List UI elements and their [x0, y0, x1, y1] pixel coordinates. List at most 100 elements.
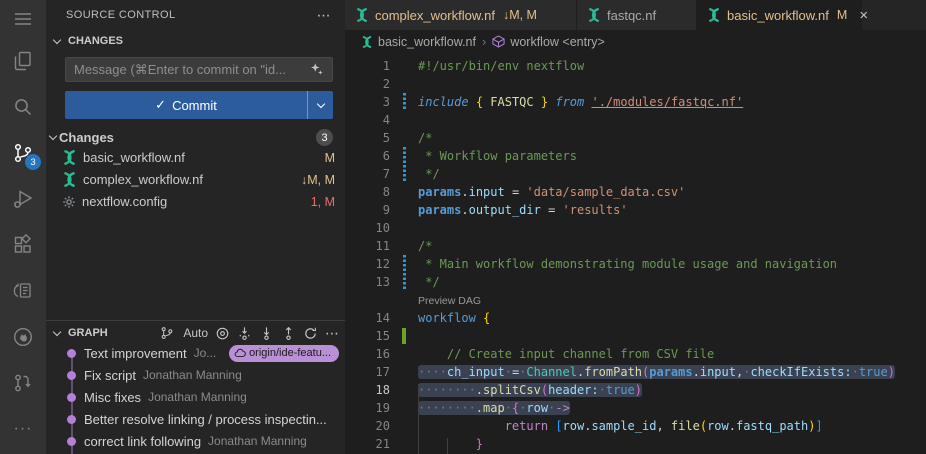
breadcrumb-file[interactable]: basic_workflow.nf — [378, 35, 476, 49]
source-control-panel: SOURCE CONTROL ⋯ CHANGES ✓ Commit Change… — [46, 0, 345, 454]
nextflow-file-icon — [62, 172, 77, 187]
code-editor[interactable]: 1#!/usr/bin/env nextflow23include { FAST… — [345, 53, 926, 454]
line-number: 17 — [345, 363, 390, 381]
line-number: 5 — [345, 129, 390, 147]
file-row-complex-workflow[interactable]: complex_workflow.nf ↓M, M — [46, 169, 345, 190]
line-number: 10 — [345, 219, 390, 237]
code-line[interactable]: 2 — [345, 75, 926, 93]
code-line[interactable]: 18········.splitCsv(header:·true) — [345, 381, 926, 399]
fetch-icon[interactable] — [237, 326, 252, 341]
source-control-icon[interactable]: 3 — [0, 130, 46, 176]
code-line[interactable]: 17····ch_input·=·Channel.fromPath(params… — [345, 363, 926, 381]
gutter — [390, 201, 418, 219]
git-gutter-mod-marker — [390, 165, 418, 183]
code-line[interactable]: 6 * Workflow parameters — [345, 147, 926, 165]
branch-icon[interactable] — [160, 326, 174, 340]
sparkle-icon[interactable] — [310, 62, 324, 76]
activity-more-icon[interactable]: ··· — [0, 406, 46, 452]
chevron-down-icon — [53, 327, 61, 335]
line-number: 12 — [345, 255, 390, 273]
commit-row[interactable]: correct link following Jonathan Manning — [46, 430, 345, 452]
git-gutter-mod-marker — [390, 273, 418, 291]
gutter — [390, 309, 418, 327]
git-gutter-add-marker — [390, 327, 418, 345]
git-gutter-mod-marker — [390, 93, 418, 111]
tab-basic-workflow[interactable]: basic_workflow.nf M × — [697, 0, 862, 30]
code-line[interactable]: 19········.map·{·row·-> — [345, 399, 926, 417]
gutter — [390, 399, 418, 417]
changes-section-header[interactable]: CHANGES — [50, 30, 123, 52]
gutter — [390, 57, 418, 75]
gutter — [390, 435, 418, 453]
pull-request-icon[interactable] — [0, 360, 46, 406]
github-icon[interactable] — [0, 314, 46, 360]
commit-dot-icon — [67, 371, 76, 380]
code-line[interactable]: 20 return [row.sample_id, file(row.fastq… — [345, 417, 926, 435]
commit-message-input[interactable] — [65, 57, 333, 82]
file-row-nextflow-config[interactable]: nextflow.config 1, M — [46, 191, 345, 212]
panel-more-icon[interactable]: ⋯ — [317, 7, 331, 24]
line-number: 16 — [345, 345, 390, 363]
changes-count-badge: 3 — [316, 129, 333, 146]
search-icon[interactable] — [0, 84, 46, 130]
code-line[interactable]: 5/* — [345, 129, 926, 147]
line-number: 2 — [345, 75, 390, 93]
code-line[interactable]: 14workflow { — [345, 309, 926, 327]
tab-fastqc[interactable]: fastqc.nf — [577, 0, 697, 30]
repo-sync-icon[interactable] — [0, 268, 46, 314]
breadcrumb-separator: › — [482, 34, 486, 49]
graph-more-icon[interactable]: ⋯ — [325, 325, 339, 342]
commit-button[interactable]: ✓ Commit — [65, 91, 333, 119]
code-lens[interactable]: Preview DAG — [418, 291, 481, 309]
code-line[interactable]: 1#!/usr/bin/env nextflow — [345, 57, 926, 75]
code-line[interactable]: 12 * Main workflow demonstrating module … — [345, 255, 926, 273]
code-line[interactable]: 21 } — [345, 435, 926, 453]
gear-icon — [62, 195, 76, 209]
menu-icon[interactable] — [0, 0, 46, 38]
line-number: 19 — [345, 399, 390, 417]
commit-dot-icon — [67, 415, 76, 424]
chevron-down-icon — [53, 35, 61, 43]
branch-ref-badge[interactable]: origin/ide-featu... — [229, 345, 339, 362]
panel-title: SOURCE CONTROL — [66, 9, 176, 21]
code-line[interactable]: 3include { FASTQC } from './modules/fast… — [345, 93, 926, 111]
gutter — [390, 381, 418, 399]
gutter — [390, 111, 418, 129]
code-line[interactable]: 16 // Create input channel from CSV file — [345, 345, 926, 363]
commit-row[interactable]: Misc fixes Jonathan Manning — [46, 386, 345, 408]
code-line[interactable]: 13 */ — [345, 273, 926, 291]
code-line[interactable]: 7 */ — [345, 165, 926, 183]
extensions-icon[interactable] — [0, 222, 46, 268]
gutter — [390, 345, 418, 363]
commit-button-label: Commit — [172, 98, 217, 113]
commit-dropdown-button[interactable] — [307, 91, 333, 119]
run-debug-icon[interactable] — [0, 176, 46, 222]
graph-section-header[interactable]: GRAPH Auto ⋯ — [50, 322, 339, 344]
explorer-icon[interactable] — [0, 38, 46, 84]
check-icon: ✓ — [155, 97, 166, 113]
breadcrumb-symbol[interactable]: workflow <entry> — [510, 35, 604, 49]
git-status-badge: M — [325, 151, 335, 165]
code-line[interactable]: 10 — [345, 219, 926, 237]
code-line[interactable]: 8params.input = 'data/sample_data.csv' — [345, 183, 926, 201]
code-line[interactable]: 15 — [345, 327, 926, 345]
graph-auto-label[interactable]: Auto — [183, 326, 208, 340]
commit-row[interactable]: Text improvement Jo... origin/ide-featu.… — [46, 342, 345, 364]
target-icon[interactable] — [215, 326, 230, 341]
file-row-basic-workflow[interactable]: basic_workflow.nf M — [46, 147, 345, 168]
code-line[interactable]: 9params.output_dir = 'results' — [345, 201, 926, 219]
code-line[interactable]: 11/* — [345, 237, 926, 255]
editor-group: complex_workflow.nf ↓M, M fastqc.nf basi… — [345, 0, 926, 454]
breadcrumb: basic_workflow.nf › workflow <entry> — [345, 30, 926, 53]
refresh-icon[interactable] — [303, 326, 318, 341]
pull-icon[interactable] — [259, 326, 274, 341]
tab-complex-workflow[interactable]: complex_workflow.nf ↓M, M — [345, 0, 577, 30]
push-icon[interactable] — [281, 326, 296, 341]
commit-row[interactable]: Fix script Jonathan Manning — [46, 364, 345, 386]
code-line[interactable]: 4 — [345, 111, 926, 129]
changes-group-header[interactable]: Changes 3 — [46, 127, 345, 148]
git-gutter-mod-marker — [390, 147, 418, 165]
close-icon[interactable]: × — [859, 8, 868, 23]
commit-row[interactable]: Better resolve linking / process inspect… — [46, 408, 345, 430]
code-lens-row: Preview DAG — [345, 291, 926, 309]
